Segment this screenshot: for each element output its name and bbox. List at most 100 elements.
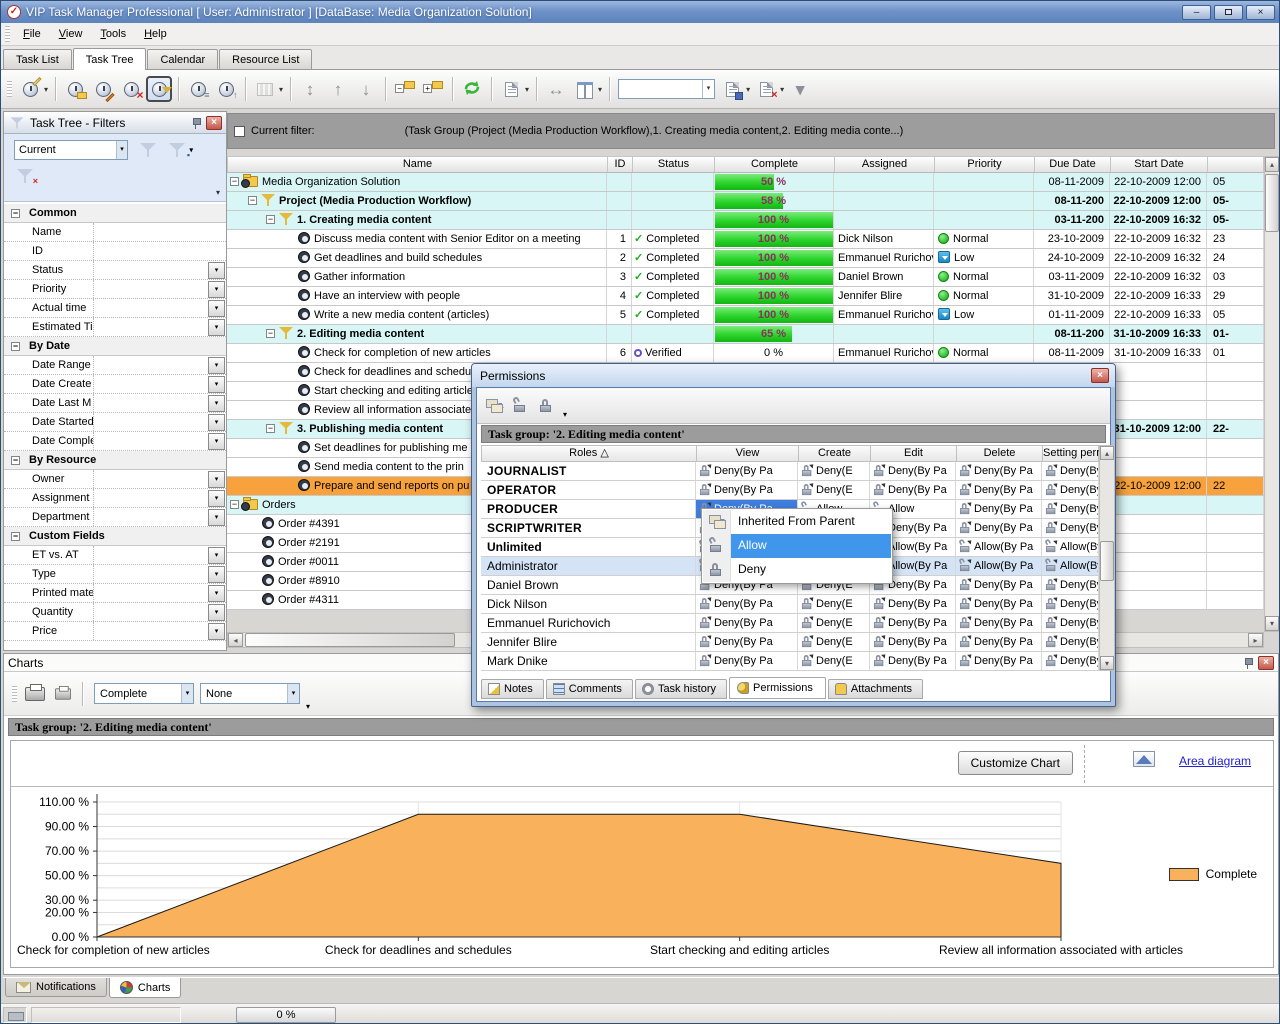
column-header[interactable]: Priority [935, 157, 1035, 172]
tree-expander[interactable]: − [248, 196, 257, 205]
table-row[interactable]: −Media Organization Solution50 %08-11-20… [227, 173, 1264, 192]
collapse-icon[interactable]: − [11, 532, 20, 541]
filter-field-input[interactable] [94, 394, 207, 412]
permission-cell[interactable]: Deny(By Pa [956, 500, 1042, 518]
combo-dropdown-icon[interactable]: ▾ [116, 141, 127, 159]
permission-cell[interactable]: Deny(By Pa [1042, 500, 1099, 518]
filter-field-input[interactable] [94, 603, 207, 621]
permission-cell[interactable]: Allow(By Pa [1042, 557, 1099, 575]
menu-item-allow[interactable]: Allow [703, 534, 891, 558]
dialog-title-bar[interactable]: Permissions × [472, 364, 1115, 387]
dropdown-icon[interactable]: ▾ [208, 509, 225, 526]
filter-field-input[interactable] [94, 242, 226, 260]
table-row[interactable]: Discuss media content with Senior Editor… [227, 230, 1264, 249]
tab-task-history[interactable]: Task history [635, 679, 727, 699]
permission-cell[interactable]: Deny(By Pa [956, 481, 1042, 499]
filter-field-input[interactable] [94, 432, 207, 450]
tab-task-list[interactable]: Task List [3, 49, 72, 69]
dropdown-icon[interactable]: ▾ [208, 471, 225, 488]
filter-tasks-button[interactable] [146, 76, 172, 102]
permission-cell[interactable]: Deny(E [798, 652, 870, 670]
dropdown-icon[interactable]: ▾ [208, 395, 225, 412]
dialog-close-icon[interactable]: × [1091, 368, 1109, 383]
permission-cell[interactable]: Deny(By Pa [1042, 595, 1099, 613]
permission-cell[interactable]: Deny(By Pa [696, 481, 798, 499]
permission-cell[interactable]: Deny(By Pa [956, 614, 1042, 632]
filter-preset-combo[interactable]: Current ▾ [14, 140, 128, 160]
menu-file[interactable]: File [14, 25, 50, 43]
permission-column-header[interactable]: Edit [871, 446, 957, 461]
permission-cell[interactable]: Deny(By Pa [956, 576, 1042, 594]
menu-tools[interactable]: Tools [91, 25, 135, 43]
tree-expander[interactable]: − [266, 329, 275, 338]
column-header[interactable]: Due Date [1035, 157, 1111, 172]
delete-task-button[interactable]: × [118, 76, 144, 102]
permission-row[interactable]: Dick NilsonDeny(By PaDeny(EDeny(By PaDen… [481, 595, 1099, 614]
expand-all-button[interactable]: + [420, 76, 446, 102]
move-down-button[interactable]: ↓ [353, 76, 379, 102]
allow-button[interactable] [507, 393, 533, 419]
move-tasks-button[interactable]: ↕ [297, 76, 323, 102]
chart-field-combo[interactable]: Complete ▾ [94, 683, 194, 704]
edit-task-button[interactable] [90, 76, 116, 102]
print-export-button[interactable] [498, 76, 524, 102]
area-diagram-link[interactable]: Area diagram [1179, 754, 1251, 768]
filter-field-input[interactable] [94, 299, 207, 317]
permission-row[interactable]: Mark DnikeDeny(By PaDeny(EDeny(By PaDeny… [481, 652, 1099, 671]
permission-cell[interactable]: Deny(By Pa [1042, 576, 1099, 594]
filter-field-input[interactable] [94, 584, 207, 602]
tab-resource-list[interactable]: Resource List [219, 49, 312, 69]
permission-cell[interactable]: Deny(By Pa [1042, 519, 1099, 537]
table-row[interactable]: Have an interview with people4✓Completed… [227, 287, 1264, 306]
dropdown-icon[interactable]: ▾ [208, 300, 225, 317]
permission-cell[interactable]: Deny(E [798, 595, 870, 613]
filter-field-input[interactable] [94, 546, 207, 564]
tab-notifications[interactable]: Notifications [5, 978, 107, 997]
scroll-right-icon[interactable]: ▸ [1248, 633, 1263, 647]
filter-section-header[interactable]: −Custom Fields [4, 527, 226, 546]
table-vertical-scrollbar[interactable]: ▴ ▾ [1264, 156, 1280, 632]
permission-cell[interactable]: Deny(By Pa [696, 652, 798, 670]
permission-cell[interactable]: Deny(By Pa [870, 481, 956, 499]
toolbar-overflow-button[interactable]: ▾ [787, 76, 813, 102]
scroll-down-icon[interactable]: ▾ [1100, 656, 1114, 670]
column-header[interactable]: ID [608, 157, 633, 172]
permission-cell[interactable]: Deny(By Pa [1042, 481, 1099, 499]
fit-columns-button[interactable]: ↔ [543, 76, 569, 102]
permission-cell[interactable]: Deny(By Pa [696, 614, 798, 632]
tab-calendar[interactable]: Calendar [147, 49, 218, 69]
filter-section-header[interactable]: −By Date [4, 337, 226, 356]
permission-cell[interactable]: Deny(By Pa [956, 519, 1042, 537]
table-row[interactable]: −2. Editing media content65 %08-11-20031… [227, 325, 1264, 344]
print-chart-button[interactable] [21, 680, 49, 708]
tree-expander[interactable]: − [230, 177, 239, 186]
permission-cell[interactable]: Deny(By Pa [696, 595, 798, 613]
column-header[interactable]: Start Date [1111, 157, 1208, 172]
combo-dropdown-icon[interactable]: ▾ [287, 684, 299, 703]
collapse-icon[interactable]: − [11, 456, 20, 465]
close-button[interactable]: × [1246, 5, 1275, 20]
table-row[interactable]: Check for completion of new articles6Ver… [227, 344, 1264, 363]
permission-column-header[interactable]: Setting permission [1043, 446, 1100, 461]
tree-expander[interactable]: − [266, 424, 275, 433]
permission-cell[interactable]: Allow(By Pa [956, 538, 1042, 556]
inherited-from-parent-button[interactable]: ↴ [481, 393, 507, 419]
tab-attachments[interactable]: Attachments [828, 679, 923, 699]
chart-secondary-combo[interactable]: None ▾ [200, 683, 300, 704]
filter-field-input[interactable] [94, 470, 207, 488]
permission-cell[interactable]: Deny(E [798, 481, 870, 499]
scroll-thumb[interactable] [245, 633, 455, 647]
clear-filter-icon[interactable]: × [16, 168, 34, 184]
filter-panel-close-icon[interactable]: × [206, 116, 222, 130]
permission-cell[interactable]: Deny(By Pa [956, 633, 1042, 651]
column-header[interactable]: Name [228, 157, 608, 172]
save-layout-button[interactable] [719, 76, 745, 102]
filter-field-input[interactable] [94, 489, 207, 507]
permission-cell[interactable]: Deny(By Pa [956, 595, 1042, 613]
filter-field-input[interactable] [94, 356, 207, 374]
filter-field-input[interactable] [94, 318, 207, 336]
deny-button[interactable] [533, 393, 559, 419]
permission-cell[interactable]: Deny(By Pa [1042, 652, 1099, 670]
permission-cell[interactable]: Deny(By Pa [870, 633, 956, 651]
permission-cell[interactable]: Deny(By Pa [1042, 633, 1099, 651]
